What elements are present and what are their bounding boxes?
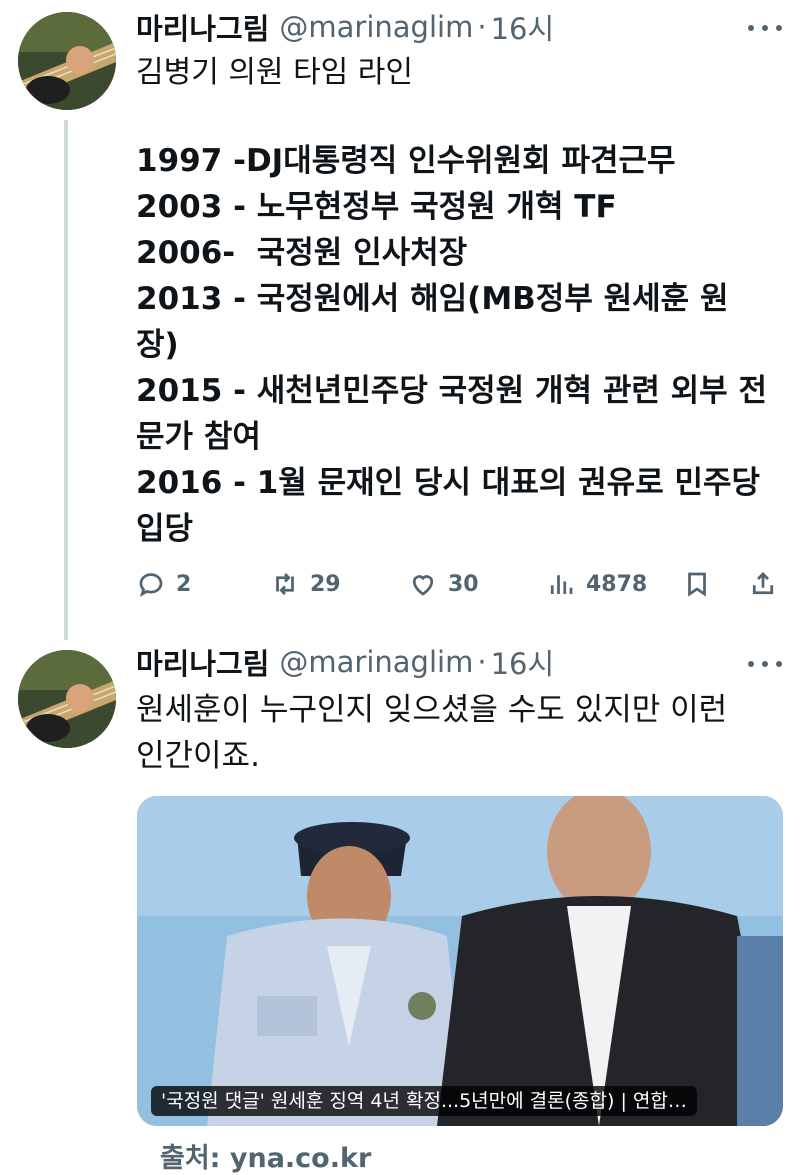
bookmark-icon (688, 572, 706, 597)
author-handle[interactable]: @marinaglim (279, 645, 473, 679)
retweet-button[interactable]: 29 (270, 562, 341, 606)
views-button[interactable]: 4878 (546, 562, 647, 606)
timeline-entry: 2003 - 노무현정부 국정원 개혁 TF (136, 189, 617, 225)
news-photo (137, 796, 783, 1126)
separator: · (477, 645, 487, 679)
timeline-entry: 1997 -DJ대통령직 인수위원회 파견근무 (136, 143, 676, 179)
tweet-body: 원세훈이 누구인지 잊으셨을 수도 있지만 이런 인간이죠. (136, 692, 728, 774)
tweet-actions: 2 29 30 4878 (136, 562, 786, 606)
separator: · (477, 10, 487, 44)
like-count: 30 (448, 571, 479, 597)
reply-icon (139, 573, 163, 597)
timeline-entry: 2006- 국정원 인사처장 (136, 235, 468, 271)
bookmark-button[interactable] (682, 562, 712, 606)
timeline-entry: 2016 - 1월 문재인 당시 대표의 권유로 민주당 입당 (136, 465, 761, 547)
timestamp[interactable]: 16시 (491, 6, 555, 48)
reply-button[interactable]: 2 (136, 562, 191, 606)
retweet-icon (276, 573, 294, 595)
thread-connector (64, 120, 68, 640)
timeline-entry: 2015 - 새천년민주당 국정원 개혁 관련 외부 전 문가 참여 (136, 373, 768, 455)
media-caption: '국정원 댓글' 원세훈 징역 4년 확정...5년만에 결론(종합) | 연합… (151, 1086, 697, 1116)
link-source[interactable]: 출처: yna.co.kr (160, 1136, 371, 1175)
author-handle[interactable]: @marinaglim (279, 10, 473, 44)
share-icon (752, 572, 774, 595)
tweet-header: 마리나그림 @marinaglim · 16시 (136, 7, 554, 47)
views-icon (550, 575, 573, 594)
timeline-entry: 2013 - 국정원에서 해임(MB정부 원세훈 원 장) (136, 281, 729, 363)
avatar-image (18, 12, 116, 110)
author-name[interactable]: 마리나그림 (136, 6, 269, 48)
avatar[interactable] (18, 12, 116, 110)
retweet-count: 29 (310, 571, 341, 597)
author-name[interactable]: 마리나그림 (136, 641, 269, 683)
avatar[interactable] (18, 650, 116, 748)
tweet-title: 김병기 의원 타임 라인 (136, 55, 414, 90)
reply-count: 2 (176, 571, 192, 597)
more-icon[interactable] (748, 18, 782, 38)
more-icon[interactable] (748, 654, 782, 674)
tweet-body: 1997 -DJ대통령직 인수위원회 파견근무 2003 - 노무현정부 국정원… (136, 138, 776, 552)
like-button[interactable]: 30 (408, 562, 479, 606)
timestamp[interactable]: 16시 (491, 641, 555, 683)
share-button[interactable] (748, 562, 778, 606)
views-count: 4878 (586, 571, 648, 597)
media-card[interactable]: '국정원 댓글' 원세훈 징역 4년 확정...5년만에 결론(종합) | 연합… (137, 796, 783, 1126)
tweet-header: 마리나그림 @marinaglim · 16시 (136, 642, 554, 682)
avatar-image (18, 650, 116, 748)
like-icon (412, 575, 434, 596)
